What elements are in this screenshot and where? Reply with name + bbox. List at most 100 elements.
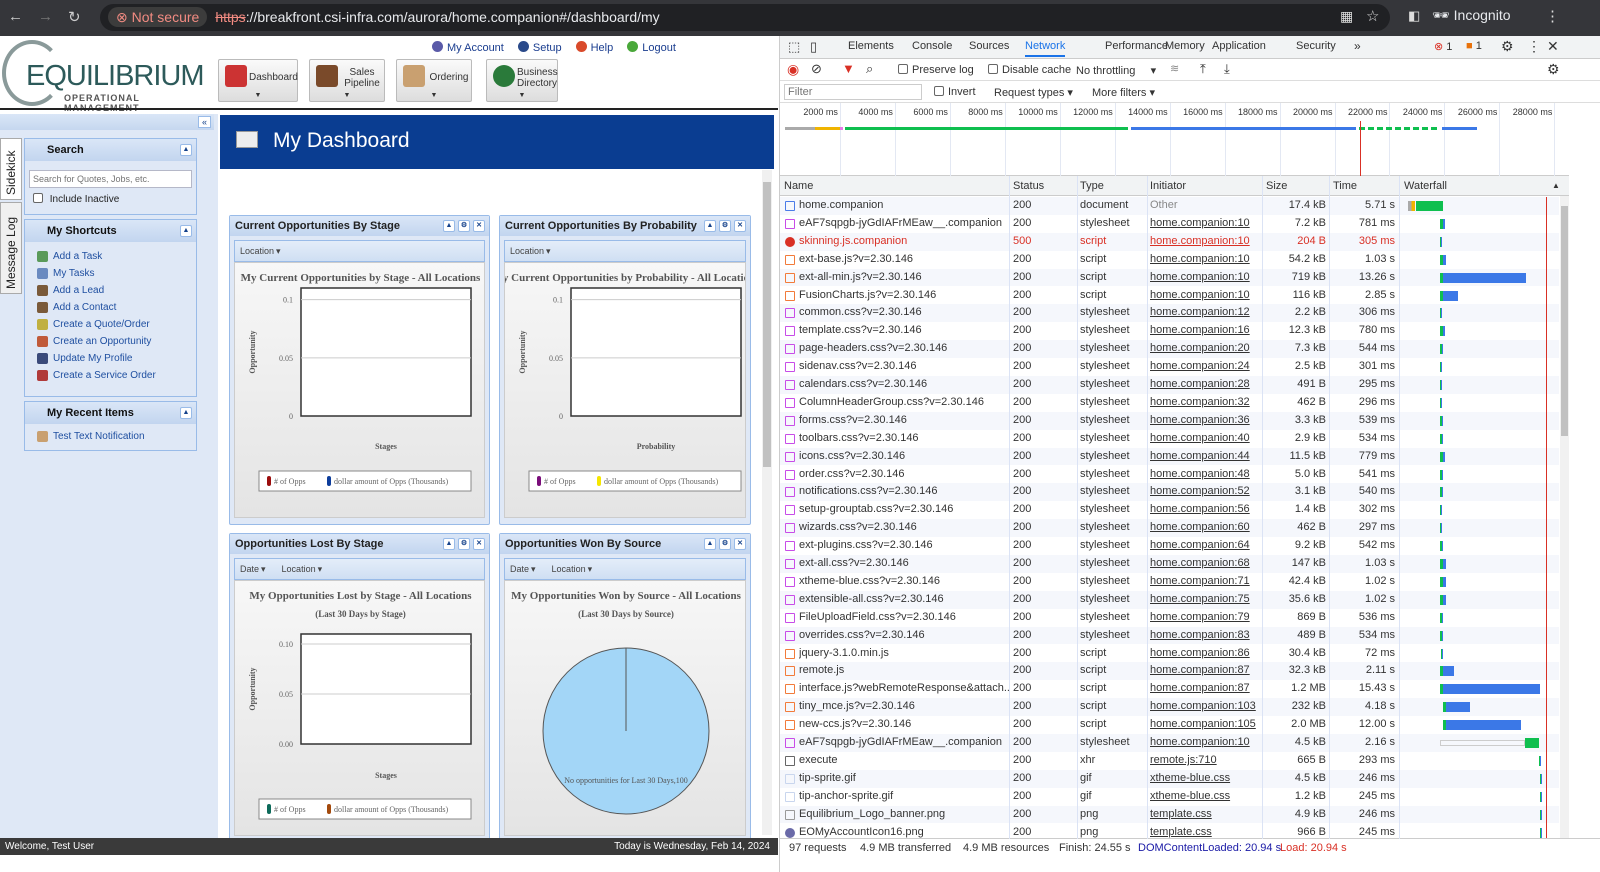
request-row[interactable]: skinning.js.companion 500 script home.compa… bbox=[780, 232, 1559, 251]
tab-performance[interactable]: Performance bbox=[1105, 40, 1168, 52]
filter-location-dropdown[interactable]: Location ▾ bbox=[240, 246, 289, 256]
column-header-status[interactable]: Status bbox=[1013, 180, 1044, 192]
collapse-widget-button[interactable]: ▲ bbox=[443, 538, 455, 550]
request-initiator[interactable]: home.companion:86 bbox=[1150, 645, 1260, 663]
shortcut-add-a-task[interactable]: Add a Task bbox=[25, 248, 196, 265]
invert-checkbox[interactable]: Invert bbox=[934, 86, 976, 98]
request-row[interactable]: setup-grouptab.css?v=2.30.146 200 styleshe… bbox=[780, 501, 1559, 519]
nav-business-directory[interactable]: Business Directory ▼ bbox=[486, 59, 558, 102]
network-conditions-icon[interactable]: ≋ bbox=[1170, 62, 1179, 75]
request-row[interactable]: notifications.css?v=2.30.146 200 styleshee… bbox=[780, 483, 1559, 502]
request-initiator[interactable]: home.companion:28 bbox=[1150, 376, 1260, 394]
request-row[interactable]: ext-plugins.css?v=2.30.146 200 stylesheet h… bbox=[780, 537, 1559, 555]
collapse-widget-button[interactable]: ▲ bbox=[443, 220, 455, 232]
request-row[interactable]: overrides.css?v=2.30.146 200 stylesheet hom… bbox=[780, 626, 1559, 645]
request-row[interactable]: toolbars.css?v=2.30.146 200 stylesheet home… bbox=[780, 430, 1559, 448]
device-toolbar-icon[interactable]: ▯ bbox=[810, 39, 817, 55]
devtools-menu-icon[interactable]: ⋮ bbox=[1527, 38, 1541, 55]
column-header-size[interactable]: Size bbox=[1266, 180, 1287, 192]
request-row[interactable]: FusionCharts.js?v=2.30.146 200 script home.… bbox=[780, 287, 1559, 305]
address-bar[interactable]: ⊗ Not secure https://breakfront.csi-infra… bbox=[100, 4, 1390, 31]
request-initiator[interactable]: home.companion:40 bbox=[1150, 430, 1260, 448]
scrollbar-thumb[interactable] bbox=[1561, 206, 1568, 436]
tab-sources[interactable]: Sources bbox=[969, 40, 1009, 52]
request-initiator[interactable]: home.companion:83 bbox=[1150, 627, 1260, 645]
request-row[interactable]: extensible-all.css?v=2.30.146 200 styleshe… bbox=[780, 590, 1559, 609]
request-row[interactable]: eAF7sqpgb-jyGdIAFrMEaw__.companion 200 sty… bbox=[780, 734, 1559, 752]
top-link-my-account[interactable]: My Account bbox=[432, 41, 504, 54]
close-widget-button[interactable]: ✕ bbox=[734, 220, 746, 232]
request-row[interactable]: tiny_mce.js?v=2.30.146 200 script home.comp… bbox=[780, 698, 1559, 717]
request-initiator[interactable]: home.companion:52 bbox=[1150, 483, 1260, 501]
filter-location-dropdown[interactable]: Location ▾ bbox=[510, 246, 559, 256]
filter-funnel-icon[interactable]: ▼ bbox=[842, 61, 855, 76]
nav-dashboard[interactable]: Dashboard ▼ bbox=[218, 59, 298, 102]
incognito-indicator[interactable]: 🕶 Incognito bbox=[1432, 7, 1511, 24]
network-settings-icon[interactable]: ⚙ bbox=[1547, 61, 1560, 78]
throttling-select[interactable]: No throttling ▾ bbox=[1076, 64, 1156, 77]
request-row[interactable]: page-headers.css?v=2.30.146 200 stylesheet… bbox=[780, 340, 1559, 359]
top-link-setup[interactable]: Setup bbox=[517, 41, 562, 54]
scrollbar-thumb[interactable] bbox=[763, 182, 771, 467]
preserve-log-checkbox[interactable]: Preserve log bbox=[898, 64, 974, 76]
search-input[interactable] bbox=[29, 170, 192, 188]
warning-count[interactable]: ■ 1 bbox=[1466, 40, 1482, 52]
request-initiator[interactable]: home.companion:103 bbox=[1150, 698, 1260, 716]
request-row[interactable]: tip-sprite.gif 200 gif xtheme-blue.css 4.5 k… bbox=[780, 769, 1559, 788]
request-initiator[interactable]: xtheme-blue.css bbox=[1150, 788, 1260, 806]
tab-memory[interactable]: Memory bbox=[1165, 40, 1205, 52]
tab-security[interactable]: Security bbox=[1296, 40, 1336, 52]
close-widget-button[interactable]: ✕ bbox=[473, 538, 485, 550]
request-initiator[interactable]: home.companion:71 bbox=[1150, 573, 1260, 591]
tab-network[interactable]: Network bbox=[1025, 40, 1066, 57]
request-row[interactable]: xtheme-blue.css?v=2.30.146 200 stylesheet h… bbox=[780, 573, 1559, 591]
request-initiator[interactable]: home.companion:87 bbox=[1150, 680, 1260, 698]
top-link-logout[interactable]: Logout bbox=[627, 41, 676, 54]
shortcut-update-my-profile[interactable]: Update My Profile bbox=[25, 350, 196, 367]
close-devtools-icon[interactable]: ✕ bbox=[1547, 38, 1559, 55]
request-initiator[interactable]: home.companion:10 bbox=[1150, 251, 1260, 269]
nav-sales-pipeline[interactable]: Sales Pipeline ▼ bbox=[309, 59, 385, 102]
shortcut-create-an-opportunity[interactable]: Create an Opportunity bbox=[25, 333, 196, 350]
collapse-panel-button[interactable]: ▲ bbox=[180, 407, 192, 419]
column-header-type[interactable]: Type bbox=[1080, 180, 1104, 192]
not-secure-badge[interactable]: ⊗ Not secure bbox=[108, 7, 208, 27]
collapse-panel-button[interactable]: ▲ bbox=[180, 225, 192, 237]
widget-settings-button[interactable]: ⚙ bbox=[458, 538, 470, 550]
widget-settings-button[interactable]: ⚙ bbox=[719, 538, 731, 550]
request-initiator[interactable]: home.companion:68 bbox=[1150, 555, 1260, 573]
network-overview[interactable]: 2000 ms 4000 ms 6000 ms 8000 ms 10000 ms 1200… bbox=[780, 103, 1569, 176]
request-initiator[interactable]: home.companion:64 bbox=[1150, 537, 1260, 555]
request-initiator[interactable]: home.companion:60 bbox=[1150, 519, 1260, 537]
column-header-time[interactable]: Time bbox=[1333, 180, 1357, 192]
page-scrollbar[interactable] bbox=[762, 170, 772, 835]
request-row[interactable]: ColumnHeaderGroup.css?v=2.30.146 200 style… bbox=[780, 394, 1559, 412]
widget-settings-button[interactable]: ⚙ bbox=[458, 220, 470, 232]
error-count[interactable]: ⊗ 1 bbox=[1434, 40, 1452, 53]
request-row[interactable]: new-ccs.js?v=2.30.146 200 script home.compa… bbox=[780, 716, 1559, 734]
request-initiator[interactable]: home.companion:10 bbox=[1150, 269, 1260, 287]
tab-elements[interactable]: Elements bbox=[848, 40, 894, 52]
request-initiator[interactable]: home.companion:56 bbox=[1150, 501, 1260, 519]
tab-message-log[interactable]: Message Log bbox=[0, 202, 22, 294]
nav-ordering[interactable]: Ordering ▼ bbox=[396, 59, 472, 102]
forward-icon[interactable]: → bbox=[38, 8, 53, 25]
request-row[interactable]: ext-base.js?v=2.30.146 200 script home.comp… bbox=[780, 251, 1559, 269]
collapse-sidebar-button[interactable]: « bbox=[198, 116, 211, 128]
back-icon[interactable]: ← bbox=[8, 8, 23, 25]
include-inactive-checkbox[interactable]: Include Inactive bbox=[33, 193, 119, 205]
filter-location-dropdown[interactable]: Location ▾ bbox=[552, 564, 601, 574]
request-initiator[interactable]: remote.js:710 bbox=[1150, 752, 1260, 770]
request-initiator[interactable]: home.companion:48 bbox=[1150, 466, 1260, 484]
request-row[interactable]: forms.css?v=2.30.146 200 stylesheet home.co… bbox=[780, 411, 1559, 430]
request-row[interactable]: execute 200 xhr remote.js:710 665 B 293 ms bbox=[780, 752, 1559, 770]
request-initiator[interactable]: home.companion:87 bbox=[1150, 662, 1260, 680]
search-icon[interactable]: ⌕ bbox=[866, 61, 873, 77]
request-initiator[interactable]: home.companion:36 bbox=[1150, 412, 1260, 430]
request-initiator[interactable]: home.companion:32 bbox=[1150, 394, 1260, 412]
request-initiator[interactable]: home.companion:10 bbox=[1150, 734, 1260, 752]
collapse-widget-button[interactable]: ▲ bbox=[704, 538, 716, 550]
collapse-widget-button[interactable]: ▲ bbox=[704, 220, 716, 232]
more-tabs-icon[interactable]: » bbox=[1354, 39, 1361, 53]
request-row[interactable]: calendars.css?v=2.30.146 200 stylesheet hom… bbox=[780, 376, 1559, 394]
